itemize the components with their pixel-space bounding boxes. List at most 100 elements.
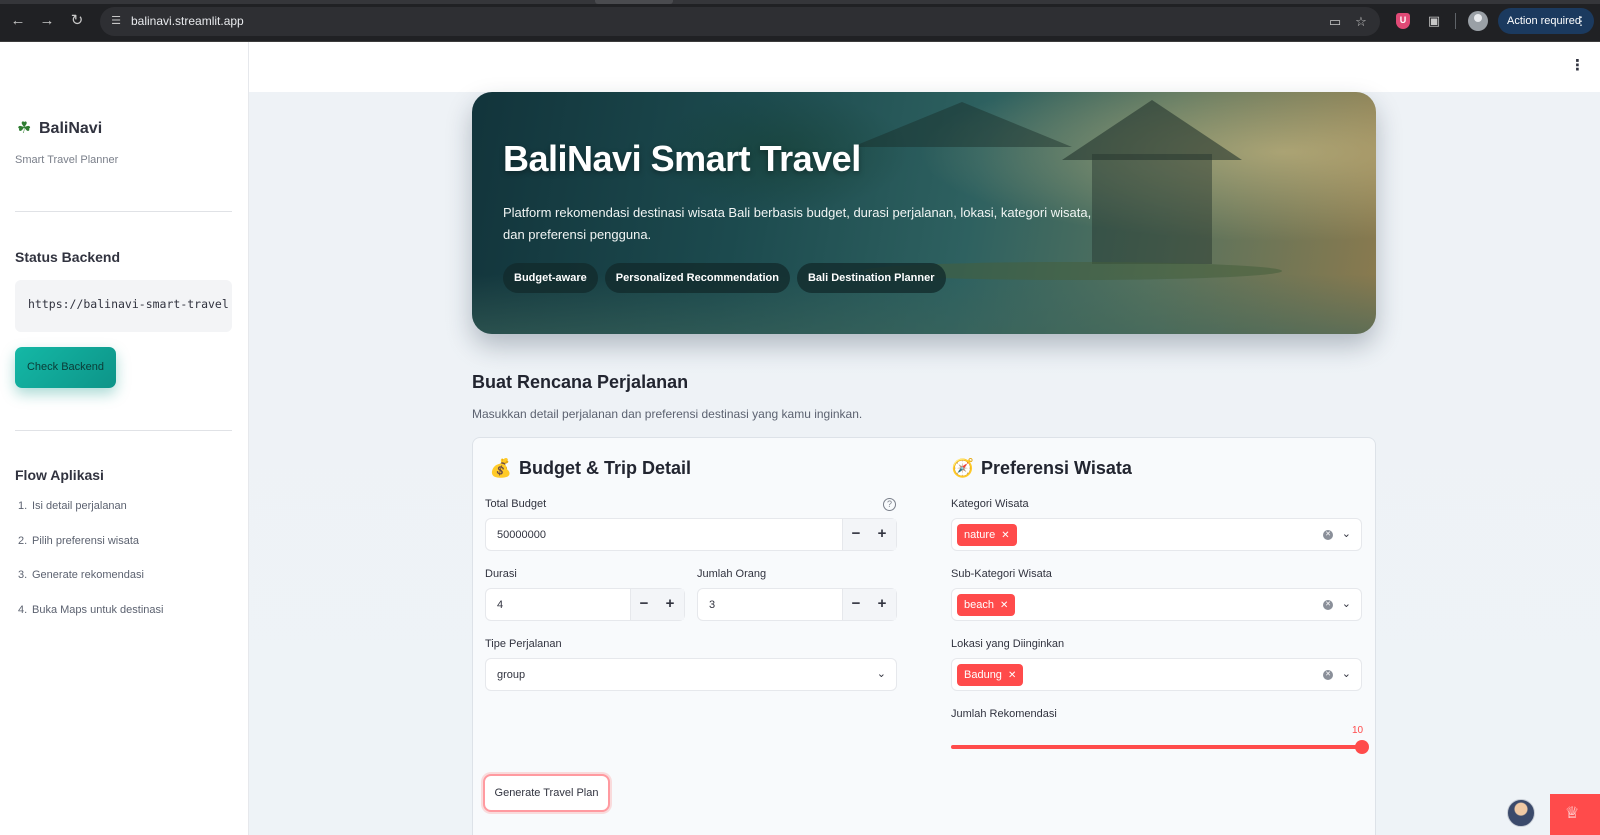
- active-tab-indicator: [595, 0, 673, 4]
- section-description: Masukkan detail perjalanan dan preferens…: [472, 407, 863, 421]
- total-budget-label: Total Budget: [485, 498, 547, 510]
- list-label: Isi detail perjalanan: [32, 500, 127, 512]
- decrement-button[interactable]: −: [634, 596, 654, 612]
- remove-tag-icon[interactable]: ✕: [1008, 670, 1016, 681]
- palm-tree-icon: ☘: [17, 120, 32, 137]
- list-label: Generate rekomendasi: [32, 569, 144, 581]
- remove-tag-icon[interactable]: ✕: [1000, 600, 1008, 611]
- brand-subtitle: Smart Travel Planner: [15, 154, 119, 166]
- list-number: 3.: [18, 569, 28, 581]
- decrement-button[interactable]: −: [846, 526, 866, 542]
- flow-list: 1. Isi detail perjalanan 2. Pilih preferen…: [18, 500, 163, 638]
- reload-icon[interactable]: ↻: [67, 11, 87, 31]
- total-budget-value: 50000000: [497, 529, 546, 541]
- kategori-tag: nature ✕: [957, 524, 1017, 546]
- site-settings-icon[interactable]: ☰: [108, 13, 124, 29]
- list-item: 2. Pilih preferensi wisata: [18, 535, 163, 570]
- total-budget-input[interactable]: 50000000 − +: [485, 518, 897, 551]
- jumlah-orang-value: 3: [709, 599, 716, 611]
- jumlah-orang-stepper: − +: [842, 589, 896, 620]
- list-label: Pilih preferensi wisata: [32, 534, 139, 547]
- increment-button[interactable]: +: [660, 596, 680, 612]
- chevron-down-icon: ⌄: [1341, 668, 1351, 680]
- total-budget-stepper: − +: [842, 519, 896, 550]
- lokasi-multiselect[interactable]: Badung ✕ ✕ ⌄: [951, 658, 1362, 691]
- sidebar-divider: [15, 430, 232, 431]
- sub-kategori-multiselect[interactable]: beach ✕ ✕ ⌄: [951, 588, 1362, 621]
- increment-button[interactable]: +: [872, 526, 892, 542]
- chrome-menu-icon[interactable]: ⋮: [1575, 8, 1587, 34]
- address-bar[interactable]: ☰ balinavi.streamlit.app ▭ ☆: [100, 7, 1380, 36]
- extensions-puzzle-icon[interactable]: ▣: [1425, 12, 1443, 30]
- tab-strip: [0, 0, 1600, 4]
- durasi-stepper: − +: [630, 589, 684, 620]
- hero-banner: BaliNavi Smart Travel Platform rekomenda…: [472, 92, 1376, 334]
- slider-value: 10: [1352, 725, 1364, 736]
- sub-kategori-label: Sub-Kategori Wisata: [951, 568, 1052, 580]
- compass-icon: 🧭: [951, 458, 975, 478]
- sub-kategori-tag: beach ✕: [957, 594, 1016, 616]
- tipe-perjalanan-select[interactable]: group ⌄: [485, 658, 897, 691]
- slider-thumb[interactable]: [1355, 740, 1369, 754]
- lokasi-label: Lokasi yang Diinginkan: [951, 638, 1065, 650]
- brand-name: BaliNavi: [39, 120, 103, 137]
- list-item: 3. Generate rekomendasi: [18, 569, 163, 604]
- clear-all-icon[interactable]: ✕: [1323, 670, 1333, 680]
- sidebar-brand: ☘ BaliNavi: [17, 118, 102, 138]
- clear-all-icon[interactable]: ✕: [1323, 530, 1333, 540]
- tipe-perjalanan-value: group: [497, 669, 526, 681]
- clear-all-icon[interactable]: ✕: [1323, 600, 1333, 610]
- flow-heading: Flow Aplikasi: [15, 467, 104, 483]
- hero-chip: Bali Destination Planner: [796, 263, 946, 293]
- chevron-down-icon: ⌄: [1341, 598, 1351, 610]
- forward-icon[interactable]: →: [37, 11, 57, 31]
- list-number: 2.: [18, 534, 28, 547]
- list-item: 1. Isi detail perjalanan: [18, 500, 163, 535]
- install-app-icon[interactable]: ▭: [1326, 13, 1344, 31]
- lokasi-tag: Badung ✕: [957, 664, 1024, 686]
- list-item: 4. Buka Maps untuk destinasi: [18, 604, 163, 639]
- preferensi-heading: 🧭 Preferensi Wisata: [951, 458, 1132, 479]
- durasi-input[interactable]: 4 − +: [485, 588, 685, 621]
- browser-chrome: ← → ↻ ☰ balinavi.streamlit.app ▭ ☆ U ▣ A…: [0, 0, 1600, 42]
- durasi-value: 4: [497, 599, 504, 611]
- app-menu-icon[interactable]: ⋮: [1570, 56, 1585, 76]
- help-icon[interactable]: ?: [883, 498, 896, 511]
- budget-heading-label: Budget & Trip Detail: [519, 458, 692, 478]
- generate-travel-plan-button[interactable]: Generate Travel Plan: [483, 774, 610, 812]
- hero-title: BaliNavi Smart Travel: [503, 138, 861, 179]
- remove-tag-icon[interactable]: ✕: [1001, 530, 1009, 541]
- check-backend-button[interactable]: Check Backend: [15, 347, 116, 388]
- url-text: balinavi.streamlit.app: [131, 14, 244, 28]
- list-number: 1.: [18, 500, 28, 512]
- ublock-shield-icon[interactable]: U: [1396, 13, 1410, 29]
- back-icon[interactable]: ←: [8, 11, 28, 31]
- decrement-button[interactable]: −: [846, 596, 866, 612]
- backend-url-text: https://balinavi-smart-travel: [28, 297, 229, 311]
- toolbar-divider: [1455, 13, 1456, 29]
- chevron-down-icon: ⌄: [1341, 528, 1351, 540]
- preferensi-heading-label: Preferensi Wisata: [981, 458, 1132, 478]
- increment-button[interactable]: +: [872, 596, 892, 612]
- section-title: Buat Rencana Perjalanan: [472, 372, 689, 392]
- chevron-down-icon: ⌄: [876, 668, 886, 680]
- streamlit-badge-button[interactable]: ♕: [1550, 794, 1600, 835]
- tag-label: Badung: [964, 669, 1002, 681]
- jumlah-orang-label: Jumlah Orang: [697, 568, 767, 580]
- profile-avatar-icon[interactable]: [1468, 11, 1488, 31]
- bookmark-star-icon[interactable]: ☆: [1352, 13, 1370, 31]
- user-avatar[interactable]: [1507, 799, 1535, 827]
- sidebar-divider: [15, 211, 232, 212]
- jumlah-rekomendasi-slider[interactable]: [951, 745, 1362, 749]
- tag-label: beach: [964, 599, 994, 611]
- list-label: Buka Maps untuk destinasi: [32, 603, 164, 616]
- kategori-label: Kategori Wisata: [951, 498, 1029, 510]
- jumlah-orang-input[interactable]: 3 − +: [697, 588, 897, 621]
- action-required-button[interactable]: Action required ⋮: [1498, 8, 1594, 34]
- crown-icon: ♕: [1565, 805, 1580, 822]
- jumlah-rekomendasi-label: Jumlah Rekomendasi: [951, 708, 1057, 720]
- kategori-multiselect[interactable]: nature ✕ ✕ ⌄: [951, 518, 1362, 551]
- hero-temple-body: [1092, 154, 1212, 264]
- durasi-label: Durasi: [485, 568, 517, 580]
- backend-url-code[interactable]: https://balinavi-smart-travel: [15, 280, 232, 332]
